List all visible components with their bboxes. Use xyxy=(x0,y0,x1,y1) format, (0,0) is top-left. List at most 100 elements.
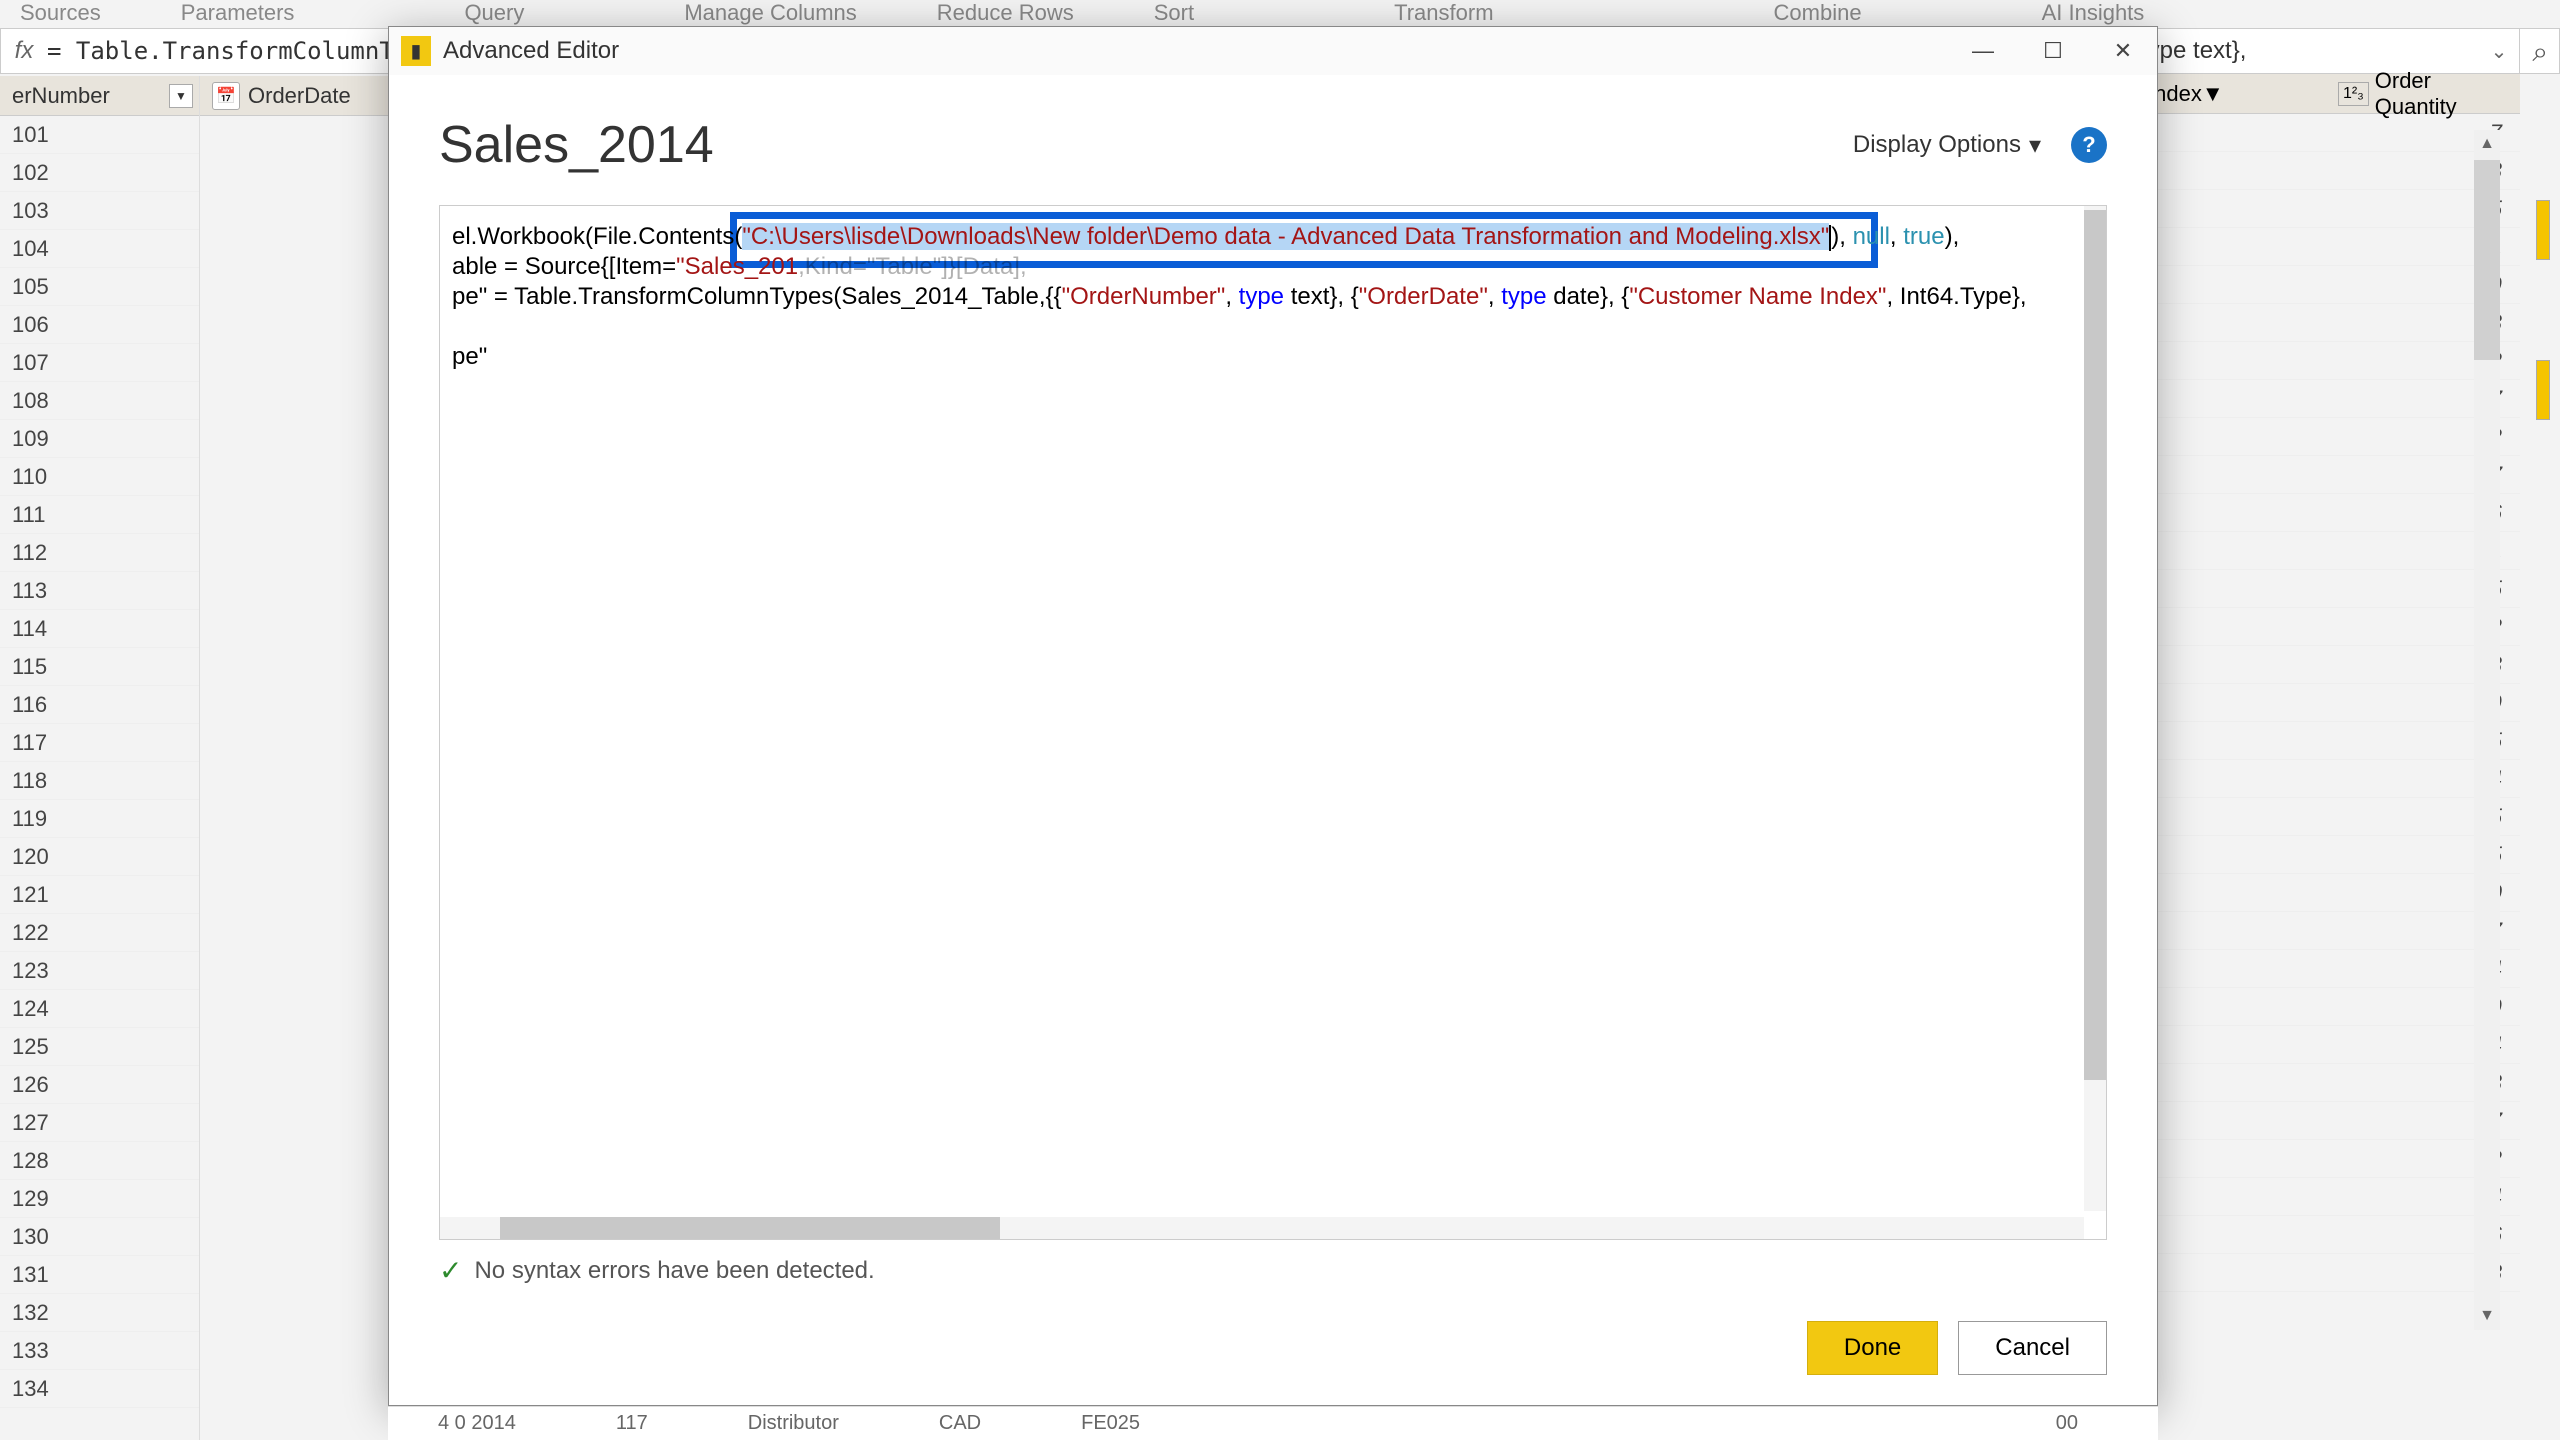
table-row[interactable]: 102 xyxy=(0,154,199,192)
table-row[interactable]: 115 xyxy=(0,648,199,686)
code-editor[interactable]: el.Workbook(File.Contents("C:\Users\lisd… xyxy=(439,205,2107,1240)
scrollbar-thumb[interactable] xyxy=(2474,160,2500,360)
scrollbar-thumb[interactable] xyxy=(500,1217,1000,1239)
table-row[interactable]: 11 xyxy=(2140,532,2520,570)
table-row[interactable]: 116 xyxy=(0,686,199,724)
scrollbar-thumb[interactable] xyxy=(2084,210,2106,1080)
table-row[interactable]: 119 xyxy=(0,800,199,838)
table-row[interactable]: 114 xyxy=(0,610,199,648)
help-icon[interactable]: ? xyxy=(2071,127,2107,163)
table-row[interactable]: 13 xyxy=(2140,152,2520,190)
table-row[interactable]: 131 xyxy=(0,1256,199,1294)
table-row[interactable]: 113 xyxy=(0,572,199,610)
column-header-index[interactable]: Index ▼ xyxy=(2140,74,2330,113)
minimize-button[interactable]: — xyxy=(1961,29,2005,73)
table-row[interactable]: 133 xyxy=(0,1332,199,1370)
table-row[interactable]: 132 xyxy=(0,1294,199,1332)
table-row[interactable]: 14 xyxy=(2140,950,2520,988)
table-row[interactable]: 107 xyxy=(0,344,199,382)
table-row[interactable]: 106 xyxy=(0,306,199,344)
table-row[interactable]: 4 xyxy=(2140,1178,2520,1216)
scroll-up-icon[interactable]: ▲ xyxy=(2474,130,2500,158)
table-row[interactable]: 2 xyxy=(2140,418,2520,456)
scroll-down-icon[interactable]: ▼ xyxy=(2474,1302,2500,1330)
table-row[interactable]: 4 xyxy=(2140,1026,2520,1064)
table-row[interactable]: 7 xyxy=(2140,380,2520,418)
cancel-button[interactable]: Cancel xyxy=(1958,1321,2107,1375)
table-row[interactable]: 125 xyxy=(0,1028,199,1066)
table-row[interactable]: 121 xyxy=(0,876,199,914)
table-row[interactable]: 101 xyxy=(0,116,199,154)
powerbi-icon: ▮ xyxy=(401,36,431,66)
table-row[interactable]: 10 xyxy=(2140,874,2520,912)
table-row[interactable]: 7 xyxy=(2140,1102,2520,1140)
table-row[interactable]: 9 xyxy=(2140,266,2520,304)
close-button[interactable]: ✕ xyxy=(2101,29,2145,73)
expand-icon[interactable]: ⌄ xyxy=(2479,29,2519,73)
table-row[interactable]: 111 xyxy=(0,496,199,534)
table-row[interactable]: 9 xyxy=(2140,988,2520,1026)
table-row[interactable]: 123 xyxy=(0,952,199,990)
table-row[interactable]: 13 xyxy=(2140,304,2520,342)
right-columns: type text}, ⌄ Index ▼ 1²₃ Order Quantity… xyxy=(2140,28,2520,1292)
chevron-down-icon[interactable]: ▼ xyxy=(2202,81,2224,107)
table-row[interactable]: 5 xyxy=(2140,836,2520,874)
done-button[interactable]: Done xyxy=(1807,1321,1938,1375)
table-row[interactable]: 9 xyxy=(2140,684,2520,722)
table-row[interactable]: 6 xyxy=(2140,494,2520,532)
table-row[interactable]: 134 xyxy=(0,1370,199,1408)
table-row[interactable]: 5 xyxy=(2140,190,2520,228)
table-row[interactable]: 7 xyxy=(2140,912,2520,950)
table-row[interactable]: 12 xyxy=(2140,342,2520,380)
search-icon[interactable]: ⌕ xyxy=(2532,36,2548,69)
table-row[interactable]: 128 xyxy=(0,1142,199,1180)
vertical-scrollbar[interactable]: ▲ ▼ xyxy=(2474,130,2500,1330)
syntax-status: ✓ No syntax errors have been detected. xyxy=(439,1240,2107,1301)
table-row[interactable]: 8 xyxy=(2140,1254,2520,1292)
table-row[interactable]: 105 xyxy=(0,268,199,306)
table-row[interactable]: 109 xyxy=(0,420,199,458)
table-row[interactable]: 124 xyxy=(0,990,199,1028)
chevron-down-icon: ▾ xyxy=(2029,131,2041,160)
editor-vertical-scrollbar[interactable] xyxy=(2084,206,2106,1211)
table-row[interactable]: 129 xyxy=(0,1180,199,1218)
table-row[interactable]: 7 xyxy=(2140,114,2520,152)
table-row[interactable]: 11 xyxy=(2140,228,2520,266)
side-markers xyxy=(2536,200,2550,520)
advanced-editor-window: ▮ Advanced Editor — ☐ ✕ Sales_2014 Displ… xyxy=(388,26,2158,1406)
display-options-dropdown[interactable]: Display Options▾ xyxy=(1853,131,2041,160)
table-row[interactable]: 12 xyxy=(2140,608,2520,646)
table-row[interactable]: 130 xyxy=(0,1218,199,1256)
table-row[interactable]: 3 xyxy=(2140,646,2520,684)
maximize-button[interactable]: ☐ xyxy=(2031,29,2075,73)
table-row[interactable]: 4 xyxy=(2140,760,2520,798)
table-row[interactable]: 112 xyxy=(0,534,199,572)
table-row[interactable]: 127 xyxy=(0,1104,199,1142)
table-row[interactable]: 12 xyxy=(2140,1140,2520,1178)
editor-horizontal-scrollbar[interactable] xyxy=(440,1217,2084,1239)
column-header-order-quantity[interactable]: 1²₃ Order Quantity xyxy=(2330,74,2520,113)
table-row[interactable]: 120 xyxy=(0,838,199,876)
date-type-icon: 📅 xyxy=(212,82,240,110)
table-row[interactable]: 108 xyxy=(0,382,199,420)
modal-titlebar[interactable]: ▮ Advanced Editor — ☐ ✕ xyxy=(389,27,2157,75)
checkmark-icon: ✓ xyxy=(439,1254,462,1287)
ribbon-tabs-bg: Sources Parameters Query Manage Columns … xyxy=(0,0,2560,20)
table-row[interactable]: 104 xyxy=(0,230,199,268)
table-row[interactable]: 5 xyxy=(2140,570,2520,608)
table-row[interactable]: 117 xyxy=(0,724,199,762)
table-row[interactable]: 7 xyxy=(2140,456,2520,494)
table-row[interactable]: 103 xyxy=(0,192,199,230)
table-row[interactable]: 126 xyxy=(0,1066,199,1104)
table-row[interactable]: 15 xyxy=(2140,722,2520,760)
table-row[interactable]: 15 xyxy=(2140,798,2520,836)
table-row[interactable]: 13 xyxy=(2140,1064,2520,1102)
column-header-order-date[interactable]: 📅 OrderDate xyxy=(200,76,389,116)
table-row[interactable]: 118 xyxy=(0,762,199,800)
fx-icon: fx xyxy=(1,37,47,65)
table-row[interactable]: 110 xyxy=(0,458,199,496)
column-header-order-number[interactable]: erNumber ▼ xyxy=(0,76,199,116)
table-row[interactable]: 6 xyxy=(2140,1216,2520,1254)
chevron-down-icon[interactable]: ▼ xyxy=(169,84,193,108)
table-row[interactable]: 122 xyxy=(0,914,199,952)
